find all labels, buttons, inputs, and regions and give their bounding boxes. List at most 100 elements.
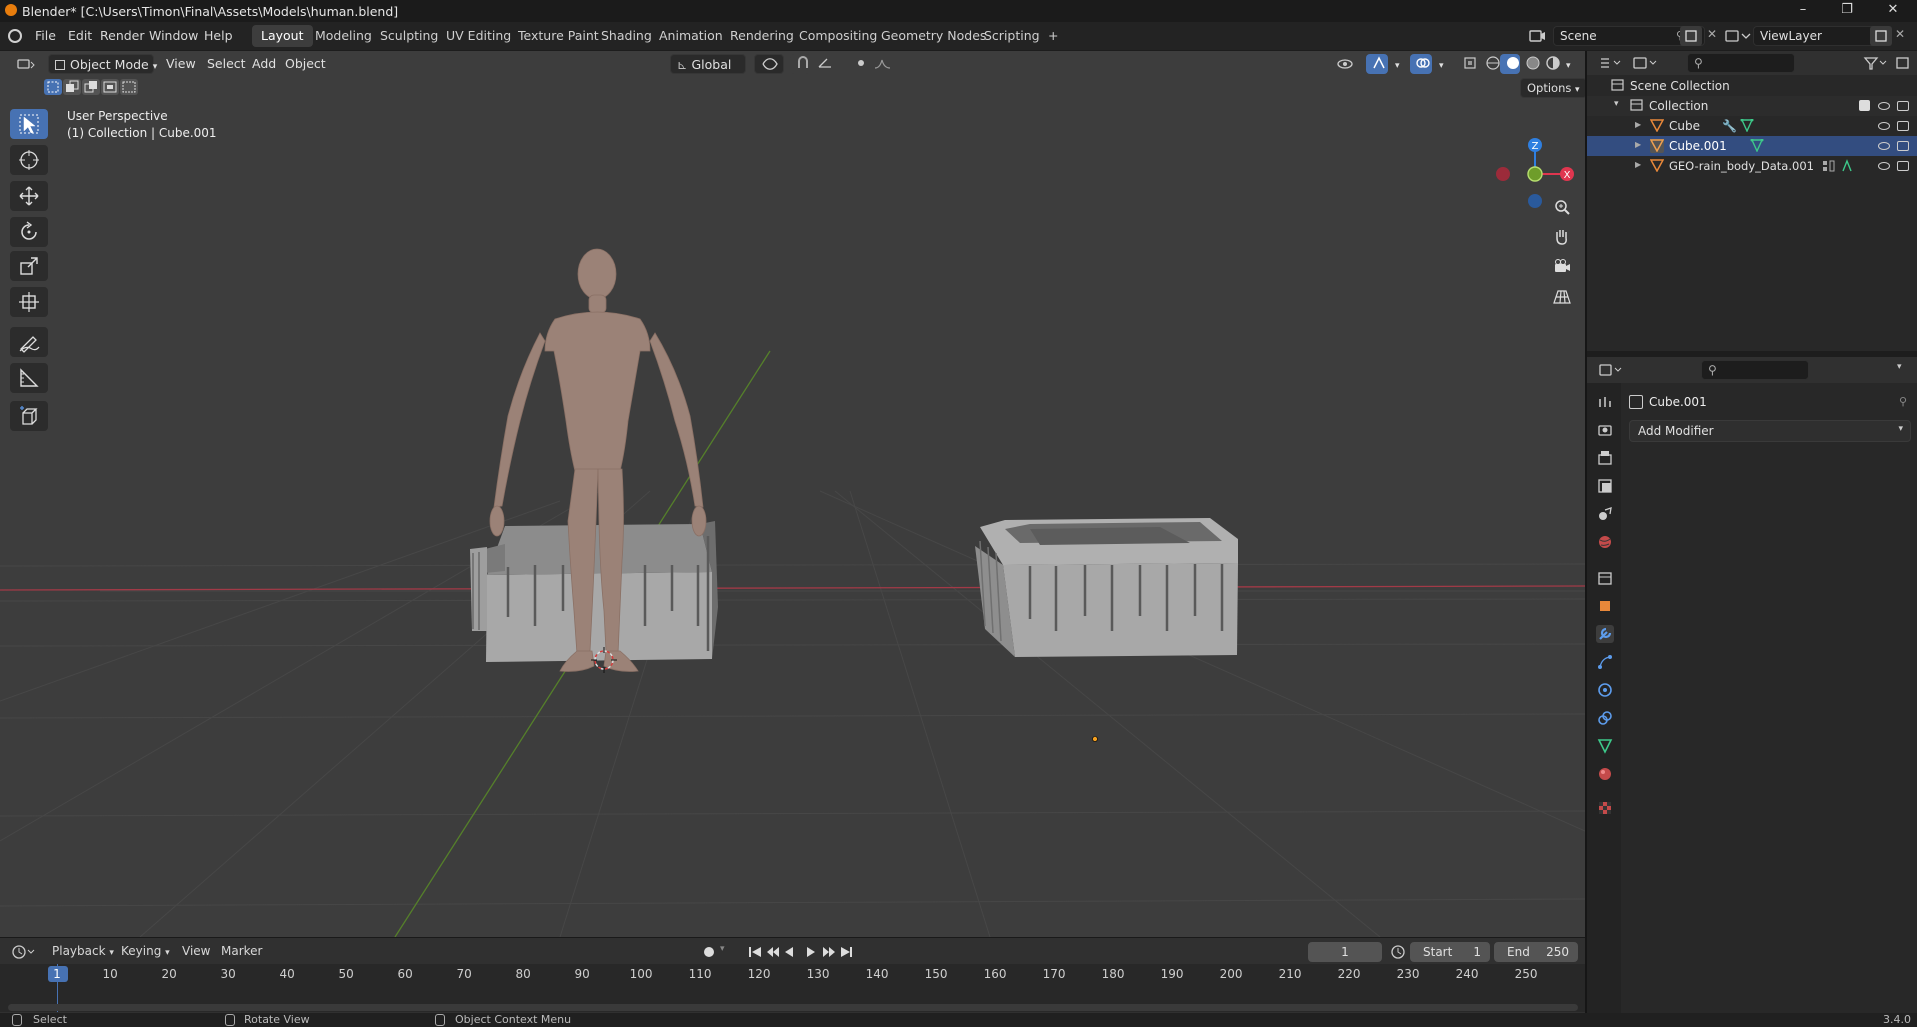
select-new-icon[interactable] (44, 79, 62, 95)
render-camera-icon[interactable] (1897, 101, 1909, 111)
xray-toggle-icon[interactable] (1457, 54, 1477, 74)
expand-collapse-icon[interactable]: ▾ (1614, 99, 1619, 109)
proportional-falloff-icon[interactable] (868, 54, 892, 74)
tool-add-cube[interactable] (10, 401, 48, 431)
select-subtract-icon[interactable] (82, 79, 100, 95)
close-button[interactable]: ✕ (1883, 2, 1903, 20)
ortho-grid-icon[interactable] (1549, 284, 1575, 310)
editor-type-icon[interactable] (10, 54, 42, 74)
material-tab-icon[interactable] (1596, 765, 1614, 783)
render-camera-icon[interactable] (1897, 161, 1909, 171)
tab-layout[interactable]: Layout (252, 25, 313, 47)
tab-sculpting[interactable]: Sculpting (371, 25, 447, 47)
tool-scale[interactable] (10, 251, 48, 281)
new-collection-icon[interactable] (1893, 54, 1913, 72)
visibility-eye-icon[interactable] (1878, 122, 1890, 130)
world-tab-icon[interactable] (1596, 533, 1614, 551)
menu-edit[interactable]: Edit (68, 28, 92, 43)
record-keyframe-icon[interactable] (700, 943, 718, 961)
view-layer-tab-icon[interactable] (1596, 477, 1614, 495)
select-extend-icon[interactable] (63, 79, 81, 95)
visibility-selector-icon[interactable] (1330, 54, 1360, 74)
output-tab-icon[interactable] (1596, 449, 1614, 467)
new-view-layer-button[interactable] (1870, 26, 1892, 46)
outliner-item-cube[interactable]: ▶ Cube 🔧 (1587, 116, 1917, 136)
camera-view-icon[interactable] (1549, 254, 1575, 280)
menu-object[interactable]: Object (279, 54, 332, 74)
properties-search-field[interactable]: ⚲ (1701, 360, 1809, 380)
solid-shading-icon[interactable] (1500, 54, 1520, 74)
tool-measure[interactable] (10, 363, 48, 393)
data-tab-icon[interactable] (1596, 737, 1614, 755)
menu-timeline-view[interactable]: View (182, 944, 210, 958)
shading-dropdown-icon[interactable]: ▾ (1560, 54, 1578, 74)
end-frame-field[interactable]: End 250 (1494, 942, 1578, 962)
tool-transform[interactable] (10, 287, 48, 317)
menu-help[interactable]: Help (204, 28, 233, 43)
select-intersect-icon[interactable] (120, 79, 138, 95)
current-frame-field[interactable]: 1 (1308, 942, 1382, 962)
modifier-wrench-icon[interactable]: 🔧 (1722, 119, 1737, 133)
pin-icon[interactable]: ⚲ (1899, 395, 1907, 408)
start-frame-field[interactable]: Start 1 (1410, 942, 1490, 962)
tool-move[interactable] (10, 181, 48, 211)
frame-ruler[interactable]: 1 10 20 30 40 50 60 70 80 90 100 110 120 130 140 150 160… (0, 964, 1585, 1012)
visibility-eye-icon[interactable] (1878, 102, 1890, 110)
particles-tab-icon[interactable] (1596, 653, 1614, 671)
mode-selector[interactable]: Object Mode ▾ (48, 54, 157, 74)
view-layer-icon[interactable] (1722, 26, 1752, 46)
timeline-scrollbar[interactable] (8, 1004, 1578, 1011)
pivot-point-selector[interactable] (754, 54, 784, 74)
vertex-groups-icon[interactable] (1822, 159, 1836, 175)
outliner-search-field[interactable]: ⚲ (1687, 53, 1795, 73)
material-shading-icon[interactable] (1520, 54, 1540, 74)
outliner-item-geo-rain-body[interactable]: ▶ GEO-rain_body_Data.001 (1587, 156, 1917, 176)
menu-select[interactable]: Select (201, 54, 252, 74)
proportional-editing-icon[interactable] (848, 54, 866, 74)
expand-arrow-icon[interactable]: ▶ (1635, 140, 1641, 149)
overlays-dropdown-icon[interactable]: ▾ (1433, 54, 1449, 74)
delete-view-layer-button[interactable]: ✕ (1895, 27, 1913, 45)
menu-playback[interactable]: Playback ▾ (52, 944, 114, 958)
preview-range-icon[interactable] (1389, 943, 1407, 961)
rendered-shading-icon[interactable] (1540, 54, 1560, 74)
mesh-data-icon[interactable] (1740, 118, 1754, 135)
outliner-item-cube-001[interactable]: ▶ Cube.001 (1587, 136, 1917, 156)
tab-scripting[interactable]: Scripting (975, 25, 1049, 47)
tool-annotate[interactable] (10, 327, 48, 357)
snap-target-icon[interactable] (811, 54, 841, 74)
render-tab-icon[interactable] (1596, 421, 1614, 439)
expand-arrow-icon[interactable]: ▶ (1635, 120, 1641, 129)
scene-tab-icon[interactable] (1596, 505, 1614, 523)
outliner-scene-collection[interactable]: Scene Collection (1587, 76, 1917, 96)
record-dropdown-icon[interactable]: ▾ (720, 944, 725, 954)
expand-arrow-icon[interactable]: ▶ (1635, 160, 1641, 169)
render-camera-icon[interactable] (1897, 141, 1909, 151)
new-scene-button[interactable] (1680, 26, 1702, 46)
tool-rotate[interactable] (10, 217, 48, 247)
menu-render[interactable]: Render (100, 28, 145, 43)
visibility-eye-icon[interactable] (1878, 142, 1890, 150)
constraints-tab-icon[interactable] (1596, 709, 1614, 727)
tool-cursor[interactable] (10, 145, 48, 175)
texture-tab-icon[interactable] (1596, 799, 1614, 817)
render-camera-icon[interactable] (1897, 121, 1909, 131)
properties-options-icon[interactable]: ▾ (1897, 362, 1902, 372)
properties-editor-type-icon[interactable] (1597, 361, 1627, 379)
tool-select-box[interactable] (10, 109, 48, 139)
blender-menu-icon[interactable] (8, 29, 22, 43)
menu-marker[interactable]: Marker (221, 944, 262, 958)
add-modifier-dropdown[interactable]: Add Modifier ▾ (1629, 420, 1911, 442)
minimize-button[interactable]: – (1793, 2, 1813, 20)
tab-uv-editing[interactable]: UV Editing (437, 25, 520, 47)
delete-scene-button[interactable]: ✕ (1702, 27, 1722, 45)
gizmo-dropdown-icon[interactable]: ▾ (1389, 54, 1405, 74)
transform-orientation-selector[interactable]: ⊾ Global (670, 54, 746, 74)
outliner-editor-type-icon[interactable] (1597, 54, 1625, 72)
wireframe-shading-icon[interactable] (1480, 54, 1500, 74)
gizmo-toggle-icon[interactable] (1366, 54, 1388, 74)
zoom-icon[interactable] (1549, 194, 1575, 220)
maximize-button[interactable]: ❐ (1837, 2, 1857, 20)
physics-tab-icon[interactable] (1596, 681, 1614, 699)
tab-animation[interactable]: Animation (650, 25, 732, 47)
